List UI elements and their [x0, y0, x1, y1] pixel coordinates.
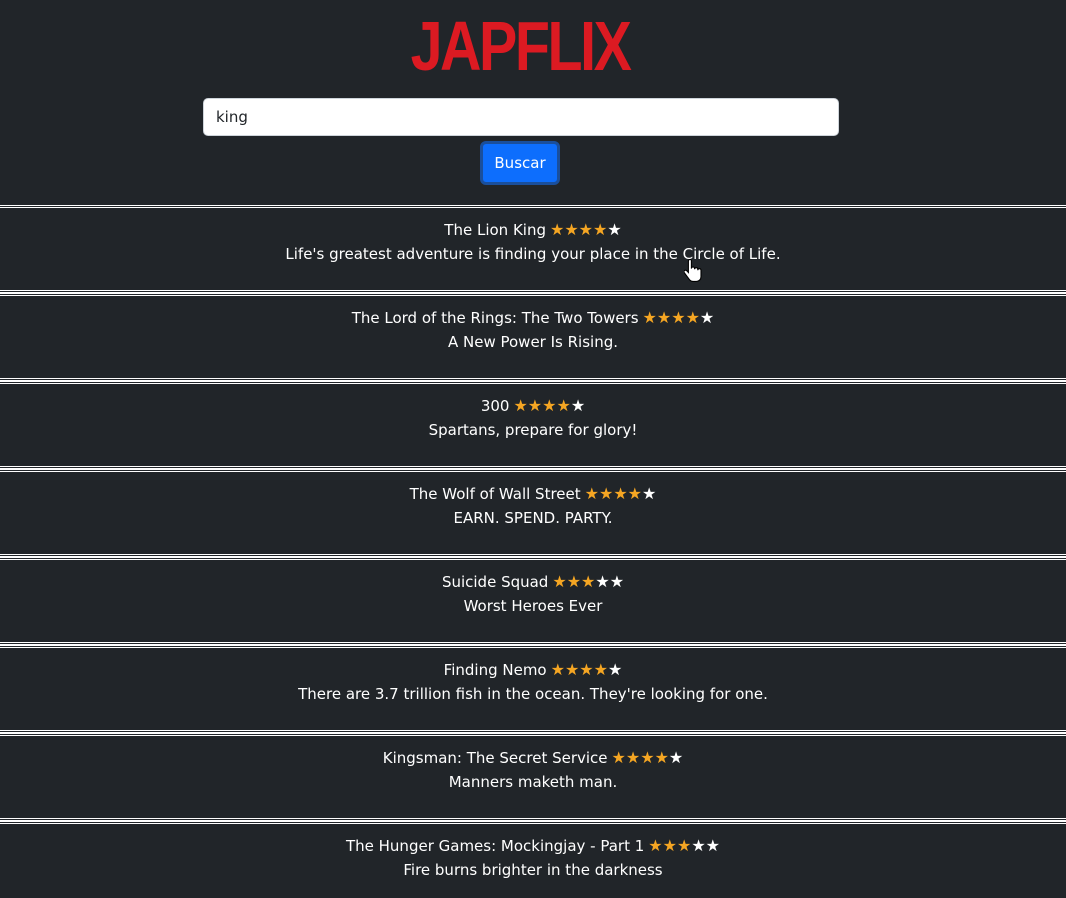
- star-filled-icon: ★: [613, 484, 628, 503]
- star-empty-icon: ★: [705, 836, 720, 855]
- star-rating: ★★★★★: [513, 394, 585, 418]
- result-tagline: Life's greatest adventure is finding you…: [285, 245, 781, 263]
- star-filled-icon: ★: [654, 748, 669, 767]
- star-empty-icon: ★: [668, 748, 684, 767]
- star-filled-icon: ★: [593, 660, 608, 679]
- result-title: The Wolf of Wall Street: [409, 485, 581, 503]
- result-title-line: The Hunger Games: Mockingjay - Part 1 ★★★…: [0, 834, 1066, 858]
- result-item[interactable]: 300 ★★★★★ Spartans, prepare for glory!: [0, 381, 1066, 469]
- search-input[interactable]: [203, 98, 839, 136]
- result-title: Finding Nemo: [443, 661, 547, 679]
- result-item[interactable]: Finding Nemo ★★★★★ There are 3.7 trillion …: [0, 645, 1066, 733]
- star-rating: ★★★★★: [552, 570, 624, 594]
- star-empty-icon: ★: [607, 660, 623, 679]
- star-empty-icon: ★: [699, 308, 715, 327]
- star-filled-icon: ★: [593, 220, 608, 239]
- star-filled-icon: ★: [542, 396, 557, 415]
- star-filled-icon: ★: [627, 484, 642, 503]
- result-tagline: Spartans, prepare for glory!: [428, 421, 638, 439]
- hand-cursor-icon: [684, 258, 702, 282]
- star-filled-icon: ★: [549, 220, 565, 239]
- star-filled-icon: ★: [642, 308, 657, 327]
- star-filled-icon: ★: [611, 748, 626, 767]
- star-rating: ★★★★★: [612, 746, 684, 770]
- star-filled-icon: ★: [566, 572, 582, 591]
- results-list: The Lion King ★★★★★ Life's greatest advent…: [0, 205, 1066, 898]
- result-tagline: Fire burns brighter in the darkness: [403, 861, 663, 879]
- result-item[interactable]: The Lion King ★★★★★ Life's greatest advent…: [0, 205, 1066, 293]
- star-empty-icon: ★: [642, 484, 657, 503]
- star-filled-icon: ★: [662, 836, 677, 855]
- star-filled-icon: ★: [648, 836, 663, 855]
- star-filled-icon: ★: [578, 220, 594, 239]
- star-filled-icon: ★: [556, 396, 571, 415]
- star-filled-icon: ★: [656, 308, 672, 327]
- japflix-logo: JAPFLIX: [410, 7, 632, 85]
- star-filled-icon: ★: [564, 660, 580, 679]
- star-filled-icon: ★: [581, 572, 596, 591]
- star-rating: ★★★★★: [550, 218, 622, 242]
- star-filled-icon: ★: [598, 484, 614, 503]
- star-empty-icon: ★: [691, 836, 706, 855]
- result-title-line: The Wolf of Wall Street ★★★★★: [0, 482, 1066, 506]
- star-filled-icon: ★: [552, 572, 567, 591]
- result-item[interactable]: The Lord of the Rings: The Two Towers ★★★…: [0, 293, 1066, 381]
- result-title-line: Kingsman: The Secret Service ★★★★★: [0, 746, 1066, 770]
- star-filled-icon: ★: [584, 484, 599, 503]
- star-filled-icon: ★: [640, 748, 655, 767]
- star-filled-icon: ★: [671, 308, 686, 327]
- star-filled-icon: ★: [625, 748, 641, 767]
- result-tagline: Worst Heroes Ever: [463, 597, 603, 615]
- result-item[interactable]: Suicide Squad ★★★★★ Worst Heroes Ever: [0, 557, 1066, 645]
- star-empty-icon: ★: [570, 396, 586, 415]
- result-title-line: 300 ★★★★★: [0, 394, 1066, 418]
- star-filled-icon: ★: [676, 836, 692, 855]
- star-rating: ★★★★★: [648, 834, 720, 858]
- result-title: 300: [480, 397, 510, 415]
- star-filled-icon: ★: [527, 396, 543, 415]
- result-title: The Lion King: [444, 221, 546, 239]
- result-item[interactable]: The Hunger Games: Mockingjay - Part 1 ★★★…: [0, 821, 1066, 898]
- result-title: The Hunger Games: Mockingjay - Part 1: [345, 837, 645, 855]
- star-filled-icon: ★: [564, 220, 579, 239]
- result-item[interactable]: Kingsman: The Secret Service ★★★★★ Manners…: [0, 733, 1066, 821]
- result-tagline: A New Power Is Rising.: [447, 333, 618, 351]
- result-title: Kingsman: The Secret Service: [382, 749, 608, 767]
- result-title-line: The Lion King ★★★★★: [0, 218, 1066, 242]
- star-empty-icon: ★: [609, 572, 625, 591]
- result-title: Suicide Squad: [441, 573, 549, 591]
- result-tagline: EARN. SPEND. PARTY.: [453, 509, 613, 527]
- star-empty-icon: ★: [595, 572, 610, 591]
- result-title-line: Finding Nemo ★★★★★: [0, 658, 1066, 682]
- star-filled-icon: ★: [550, 660, 565, 679]
- result-item[interactable]: The Wolf of Wall Street ★★★★★ EARN. SPEND.…: [0, 469, 1066, 557]
- star-empty-icon: ★: [607, 220, 622, 239]
- result-tagline: Manners maketh man.: [448, 773, 618, 791]
- star-filled-icon: ★: [579, 660, 594, 679]
- result-title: The Lord of the Rings: The Two Towers: [351, 309, 639, 327]
- result-title-line: The Lord of the Rings: The Two Towers ★★★…: [0, 306, 1066, 330]
- star-rating: ★★★★★: [551, 658, 623, 682]
- result-tagline: There are 3.7 trillion fish in the ocean…: [298, 685, 768, 703]
- star-rating: ★★★★★: [585, 482, 657, 506]
- result-title-line: Suicide Squad ★★★★★: [0, 570, 1066, 594]
- star-rating: ★★★★★: [643, 306, 715, 330]
- star-filled-icon: ★: [513, 396, 528, 415]
- star-filled-icon: ★: [685, 308, 700, 327]
- search-button[interactable]: Buscar: [480, 141, 560, 185]
